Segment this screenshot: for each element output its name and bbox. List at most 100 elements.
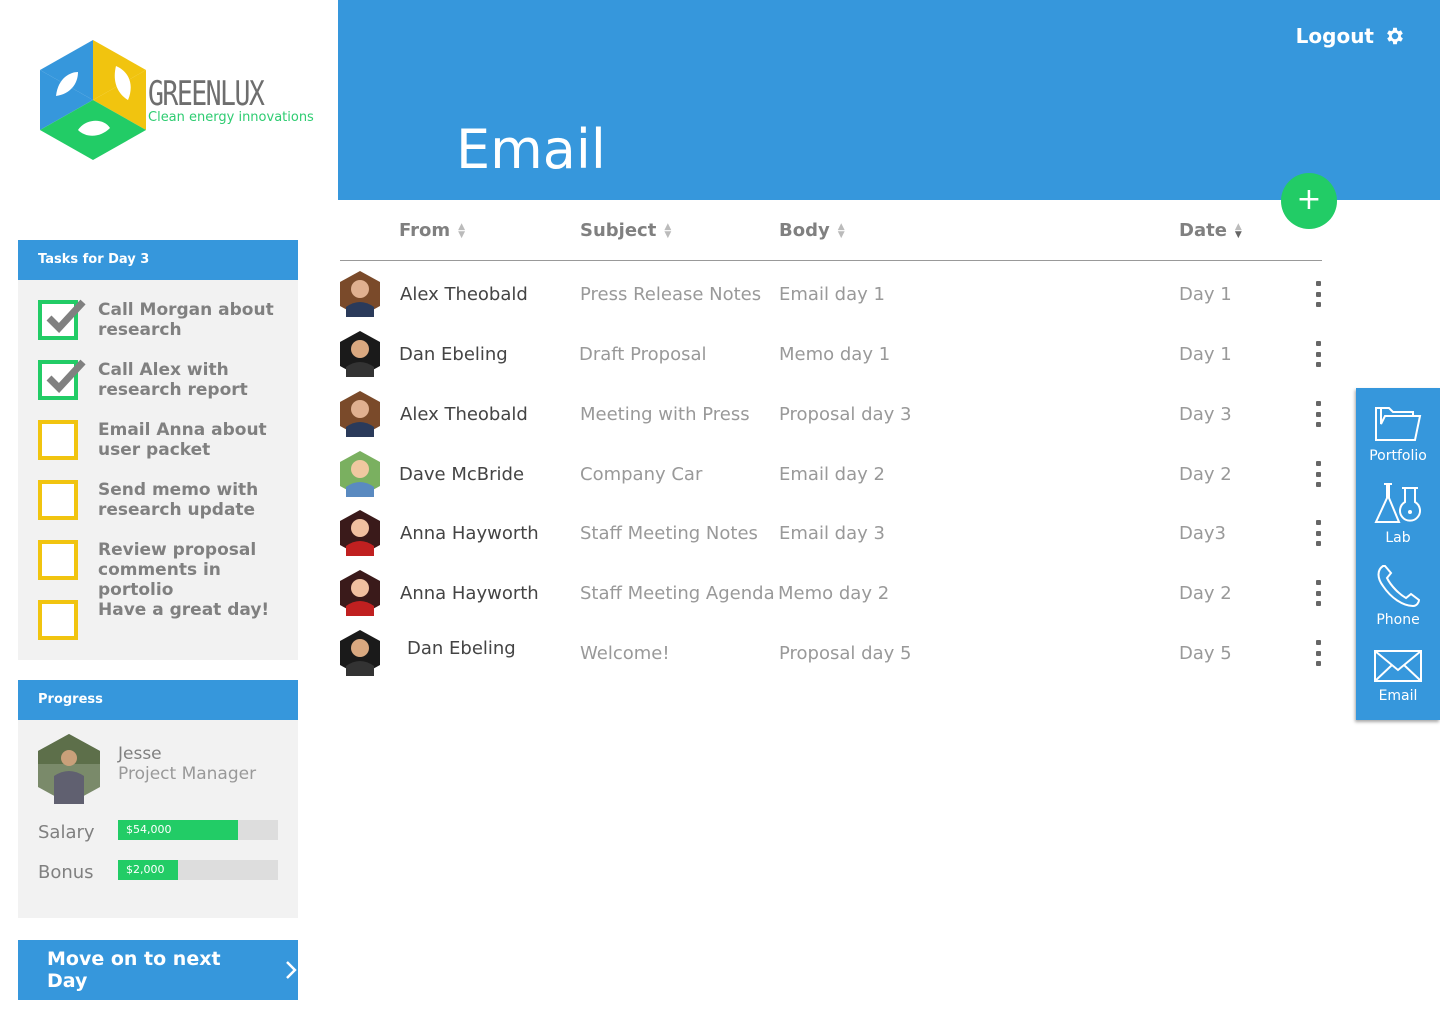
row-body: Memo day 2 [778, 583, 890, 604]
task-checkbox-checked[interactable] [38, 299, 86, 340]
dock-portfolio[interactable]: Portfolio [1356, 402, 1440, 464]
table-row[interactable]: Alex Theobald Press Release Notes Email … [338, 263, 1328, 323]
column-header-from[interactable]: From ▲ ▼ [399, 220, 465, 241]
table-row[interactable]: Dan Ebeling Welcome! Proposal day 5 Day … [338, 622, 1328, 682]
tasks-panel-title: Tasks for Day 3 [18, 240, 298, 280]
row-date: Day 2 [1179, 583, 1232, 604]
dock-email[interactable]: Email [1356, 648, 1440, 704]
next-day-button[interactable]: Move on to next Day [18, 940, 298, 1000]
row-subject: Draft Proposal [579, 344, 707, 365]
progress-panel: Jesse Project Manager Salary $54,000 Bon… [18, 720, 298, 918]
compose-email-button[interactable]: + [1281, 173, 1337, 229]
header-divider [340, 260, 1322, 261]
checkmark-icon [46, 359, 86, 394]
row-body: Email day 1 [779, 284, 885, 305]
more-options-icon[interactable] [1308, 281, 1328, 307]
row-body: Email day 3 [779, 523, 885, 544]
avatar [340, 510, 380, 556]
table-row[interactable]: Dave McBride Company Car Email day 2 Day… [338, 443, 1328, 503]
sort-icon: ▲ ▼ [1234, 221, 1242, 240]
sort-icon: ▲ ▼ [664, 221, 672, 240]
chevron-right-icon [286, 961, 297, 979]
task-checkbox[interactable] [38, 480, 78, 520]
dock-label: Lab [1385, 530, 1411, 546]
gear-icon[interactable] [1384, 25, 1406, 47]
more-options-icon[interactable] [1308, 461, 1328, 487]
checkmark-icon [46, 299, 86, 334]
folder-icon [1375, 407, 1422, 441]
greenlux-hexagon-icon [40, 40, 146, 160]
more-options-icon[interactable] [1308, 341, 1328, 367]
bonus-label: Bonus [38, 862, 94, 883]
row-date: Day 1 [1179, 344, 1232, 365]
row-from: Alex Theobald [400, 404, 528, 425]
task-item: Call Alex with research report [38, 359, 288, 408]
more-options-icon[interactable] [1308, 401, 1328, 427]
avatar [340, 391, 380, 437]
bonus-value: $2,000 [118, 860, 178, 880]
task-item: Send memo with research update [38, 480, 288, 528]
task-checkbox[interactable] [38, 600, 78, 640]
more-options-icon[interactable] [1308, 520, 1328, 546]
row-subject: Staff Meeting Notes [580, 523, 758, 544]
avatar [340, 451, 380, 497]
user-role: Project Manager [118, 764, 257, 784]
task-label: Have a great day! [98, 600, 270, 620]
row-date: Day 1 [1179, 284, 1232, 305]
task-checkbox[interactable] [38, 420, 78, 460]
progress-panel-title: Progress [18, 680, 298, 720]
column-label: Body [779, 220, 830, 241]
tasks-panel: Call Morgan about research Call Alex wit… [18, 280, 298, 660]
avatar [340, 271, 380, 317]
table-row[interactable]: Anna Hayworth Staff Meeting Agenda Memo … [338, 562, 1328, 622]
dock-lab[interactable]: Lab [1356, 482, 1440, 546]
envelope-icon [1374, 650, 1422, 682]
row-subject: Company Car [580, 464, 703, 485]
row-date: Day 2 [1179, 464, 1232, 485]
table-row[interactable]: Dan Ebeling Draft Proposal Memo day 1 Da… [338, 323, 1328, 383]
task-label: Call Alex with research report [98, 360, 248, 400]
column-header-body[interactable]: Body ▲ ▼ [779, 220, 845, 241]
row-from: Dan Ebeling [407, 638, 516, 659]
task-item: Call Morgan about research [38, 299, 288, 348]
row-from: Alex Theobald [400, 284, 528, 305]
user-avatar [38, 734, 100, 804]
bonus-bar: $2,000 [118, 860, 278, 880]
row-from: Anna Hayworth [400, 523, 539, 544]
logout-label: Logout [1295, 24, 1374, 48]
task-label: Send memo with research update [98, 480, 259, 520]
column-label: Subject [580, 220, 657, 241]
task-checkbox[interactable] [38, 540, 78, 580]
row-from: Dan Ebeling [399, 344, 508, 365]
row-from: Anna Hayworth [400, 583, 539, 604]
next-day-label: Move on to next Day [47, 948, 221, 992]
task-item: Email Anna about user packet [38, 420, 288, 468]
avatar [340, 331, 380, 377]
column-header-subject[interactable]: Subject ▲ ▼ [580, 220, 671, 241]
table-row[interactable]: Alex Theobald Meeting with Press Proposa… [338, 383, 1328, 443]
task-item: Have a great day! [38, 600, 288, 648]
row-body: Memo day 1 [779, 344, 891, 365]
row-body: Email day 2 [779, 464, 885, 485]
salary-label: Salary [38, 822, 95, 843]
brand-tagline: Clean energy innovations [148, 110, 314, 125]
row-date: Day3 [1179, 523, 1226, 544]
brand-name: GREENLUX [148, 74, 265, 114]
phone-icon [1377, 565, 1421, 608]
more-options-icon[interactable] [1308, 580, 1328, 606]
salary-value: $54,000 [118, 820, 238, 840]
table-row[interactable]: Anna Hayworth Staff Meeting Notes Email … [338, 502, 1328, 562]
row-body: Proposal day 5 [779, 643, 912, 664]
more-options-icon[interactable] [1308, 640, 1328, 666]
page-header: Logout Email [338, 0, 1440, 200]
sort-icon: ▲ ▼ [837, 221, 845, 240]
logout-button[interactable]: Logout [1296, 24, 1406, 48]
task-checkbox-checked[interactable] [38, 359, 86, 400]
salary-bar: $54,000 [118, 820, 278, 840]
sort-icon: ▲ ▼ [458, 221, 466, 240]
page-title: Email [456, 118, 606, 181]
column-header-date[interactable]: Date ▲ ▼ [1179, 220, 1242, 241]
flask-icon [1374, 483, 1421, 523]
dock-phone[interactable]: Phone [1356, 564, 1440, 628]
row-subject: Staff Meeting Agenda [580, 583, 775, 604]
